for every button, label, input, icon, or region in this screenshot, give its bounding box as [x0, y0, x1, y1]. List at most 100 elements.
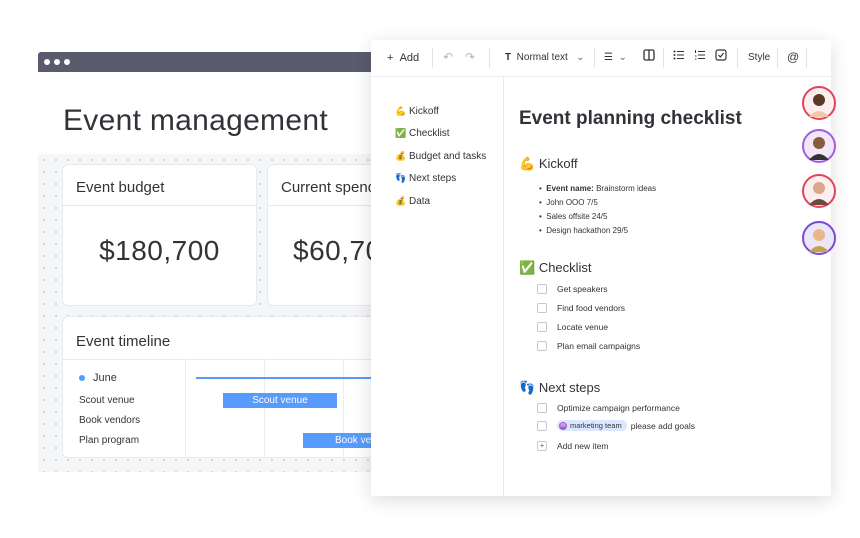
heading-kickoff: 💪 Kickoff: [519, 156, 578, 172]
event-name-value: Brainstorm ideas: [596, 184, 657, 193]
list-item: • Sales offsite 24/5: [539, 212, 608, 221]
checkbox[interactable]: [537, 420, 547, 431]
heading-text: Checklist: [538, 260, 592, 275]
event-budget-card[interactable]: Event budget $180,700: [62, 164, 257, 306]
list-item: • Event name: Brainstorm ideas: [539, 184, 657, 193]
toc-label: Data: [409, 196, 431, 207]
plus-icon: +: [387, 52, 394, 64]
check-mark-icon: ✅: [519, 260, 536, 275]
list-item-text: John OOO 7/5: [546, 198, 598, 207]
add-item-label: Add new item: [557, 441, 609, 451]
toolbar-separator: [663, 48, 664, 68]
toolbar-separator: [594, 48, 595, 68]
checklist-item[interactable]: Find food vendors: [537, 303, 625, 313]
undo-icon[interactable]: ↶: [443, 50, 453, 64]
checklist-item-text: please add goals: [630, 420, 695, 431]
doc-toolbar: + Add ↶ ↷ T Normal text ⌄ ☰ ⌄ Style @: [371, 40, 831, 77]
mention-tag[interactable]: m marketing team: [557, 420, 627, 431]
chevron-down-icon: ⌄: [576, 52, 585, 63]
toolbar-separator: [737, 48, 738, 68]
text-style-dropdown[interactable]: T Normal text ⌄: [505, 52, 585, 63]
toc-label: Kickoff: [409, 106, 439, 117]
checklist-item[interactable]: Locate venue: [537, 322, 608, 332]
checklist-item[interactable]: m marketing team please add goals: [537, 420, 695, 431]
toc-item-checklist[interactable]: ✅ Checklist: [395, 128, 450, 139]
checkbox[interactable]: [537, 284, 547, 294]
checklist-item[interactable]: Optimize campaign performance: [537, 403, 680, 413]
budget-value: $180,700: [99, 235, 220, 266]
chevron-down-icon: ⌄: [618, 52, 627, 63]
toc-item-kickoff[interactable]: 💪 Kickoff: [395, 106, 439, 117]
redo-icon[interactable]: ↷: [465, 50, 475, 64]
footprints-icon: 👣: [519, 380, 536, 395]
person-icon: [809, 229, 829, 252]
dashboard-title: Event management: [63, 104, 328, 137]
window-dot[interactable]: [64, 59, 70, 65]
avatar[interactable]: [802, 174, 836, 208]
checklist-item[interactable]: Get speakers: [537, 284, 608, 294]
toc-item-next-steps[interactable]: 👣 Next steps: [395, 173, 456, 184]
add-label: Add: [399, 52, 420, 64]
card-title: Event timeline: [76, 333, 171, 350]
mention-label: marketing team: [570, 421, 622, 430]
add-new-item-button[interactable]: + Add new item: [537, 441, 609, 451]
doc-body[interactable]: Event planning checklist 💪 Kickoff • Eve…: [503, 76, 831, 496]
checkbox[interactable]: [537, 341, 547, 351]
toc-label: Checklist: [409, 128, 450, 139]
money-bag-icon: 💰: [395, 151, 407, 161]
window-controls[interactable]: [44, 59, 70, 65]
style-button[interactable]: Style: [748, 52, 770, 63]
checkbox[interactable]: [537, 303, 547, 313]
toc-item-data[interactable]: 💰 Data: [395, 196, 430, 207]
event-name-label: Event name:: [546, 184, 594, 193]
avatar[interactable]: [802, 221, 836, 255]
layout-columns-icon[interactable]: [643, 49, 655, 64]
window-dot[interactable]: [54, 59, 60, 65]
person-icon: [809, 182, 829, 205]
month-dot-icon: [79, 375, 85, 381]
toc-label: Next steps: [409, 173, 457, 184]
mention-icon[interactable]: @: [787, 50, 799, 64]
heading-next-steps: 👣 Next steps: [519, 380, 600, 396]
heading-text: Kickoff: [538, 156, 578, 171]
person-icon: [809, 137, 829, 160]
card-title: Current spend: [281, 179, 377, 196]
avatar[interactable]: [802, 129, 836, 163]
list-item: • John OOO 7/5: [539, 198, 598, 207]
team-icon: m: [559, 421, 567, 430]
heading-text: Next steps: [538, 380, 601, 395]
flexed-biceps-icon: 💪: [519, 156, 536, 171]
footprints-icon: 👣: [395, 173, 407, 183]
checkbox[interactable]: [537, 403, 547, 413]
timeline-month: June: [79, 372, 117, 384]
toc-label: Budget and tasks: [409, 151, 487, 162]
doc-window: + Add ↶ ↷ T Normal text ⌄ ☰ ⌄ Style @ 💪 …: [371, 40, 831, 496]
numbered-list-icon[interactable]: [694, 49, 706, 64]
doc-title: Event planning checklist: [519, 108, 742, 129]
list-item: • Design hackathon 29/5: [539, 226, 629, 235]
checklist-item-text: Locate venue: [557, 322, 609, 332]
bulleted-list-icon[interactable]: [673, 49, 685, 64]
person-icon: [809, 94, 829, 117]
checklist-item-text: Optimize campaign performance: [557, 403, 680, 413]
flexed-biceps-icon: 💪: [395, 106, 407, 116]
timeline-bar[interactable]: Scout venue: [223, 393, 337, 408]
align-left-icon: ☰: [604, 52, 613, 63]
checkbox[interactable]: [537, 322, 547, 332]
toolbar-separator: [777, 48, 778, 68]
text-style-label: Normal text: [516, 52, 568, 63]
checklist-item-text: Get speakers: [557, 284, 608, 294]
list-item-text: Sales offsite 24/5: [546, 212, 608, 221]
add-button[interactable]: + Add: [387, 52, 419, 64]
checklist-icon[interactable]: [715, 49, 727, 64]
window-dot[interactable]: [44, 59, 50, 65]
toc-item-budget-and-tasks[interactable]: 💰 Budget and tasks: [395, 151, 486, 162]
checklist-item[interactable]: Plan email campaigns: [537, 341, 640, 351]
avatar[interactable]: [802, 86, 836, 120]
timeline-row-label: Scout venue: [79, 395, 135, 406]
month-label: June: [93, 372, 117, 384]
align-dropdown[interactable]: ☰ ⌄: [604, 52, 627, 63]
card-title: Event budget: [76, 179, 165, 196]
text-type-icon: T: [505, 52, 512, 63]
card-divider: [63, 205, 256, 206]
